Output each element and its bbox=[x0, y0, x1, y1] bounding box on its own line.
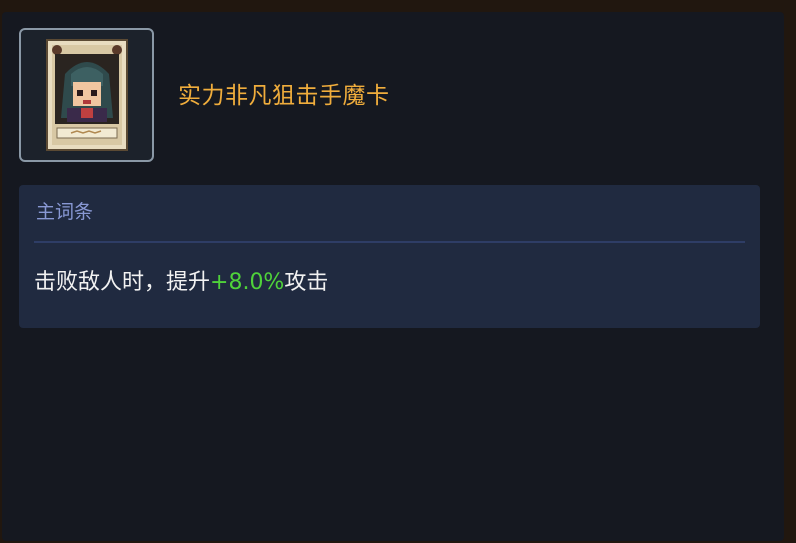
affix-bonus-value: +8.0% bbox=[210, 270, 285, 295]
sniper-card-portrait-icon bbox=[46, 39, 128, 151]
tooltip-frame: 实力非凡狙击手魔卡 主词条 击败敌人时，提升+8.0%攻击 bbox=[0, 0, 796, 543]
main-affix-section: 主词条 击败敌人时，提升+8.0%攻击 bbox=[19, 185, 760, 328]
main-affix-header: 主词条 bbox=[36, 201, 94, 223]
item-title: 实力非凡狙击手魔卡 bbox=[178, 83, 390, 109]
affix-text-prefix: 击败敌人时，提升 bbox=[34, 270, 211, 295]
affix-divider bbox=[34, 241, 745, 243]
item-icon-slot bbox=[19, 28, 154, 162]
affix-text-suffix: 攻击 bbox=[284, 270, 329, 295]
main-affix-text: 击败敌人时，提升+8.0%攻击 bbox=[34, 268, 328, 298]
